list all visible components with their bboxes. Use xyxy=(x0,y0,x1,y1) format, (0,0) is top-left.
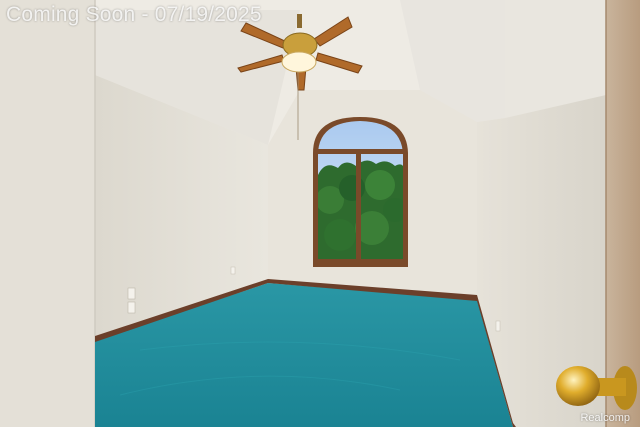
wall-outlet xyxy=(127,287,136,300)
wall-outlet xyxy=(495,320,501,332)
photo-credit: Realcomp xyxy=(580,412,630,424)
wall-outlet xyxy=(127,301,136,314)
photo: Coming Soon - 07/19/2025 Realcomp xyxy=(0,0,640,427)
watermark-text: Coming Soon - 07/19/2025 xyxy=(6,3,262,26)
fan-light xyxy=(281,51,317,73)
near-left-wall xyxy=(0,0,95,427)
arched-window xyxy=(313,117,408,267)
door-edge xyxy=(606,0,640,427)
room-photo xyxy=(0,0,640,427)
wall-outlet xyxy=(230,266,236,275)
